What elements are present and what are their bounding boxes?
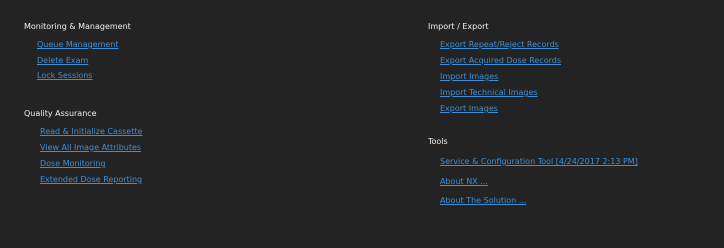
link-lock-sessions[interactable]: Lock Sessions (37, 71, 92, 80)
link-about-the-solution[interactable]: About The Solution ... (440, 196, 526, 205)
link-extended-dose-reporting[interactable]: Extended Dose Reporting (40, 175, 142, 184)
link-about-nx[interactable]: About NX ... (440, 177, 488, 186)
link-delete-exam[interactable]: Delete Exam (37, 56, 88, 65)
link-export-acquired-dose-records[interactable]: Export Acquired Dose Records (440, 56, 561, 65)
link-view-all-image-attributes[interactable]: View All Image Attributes (40, 143, 141, 152)
link-dose-monitoring[interactable]: Dose Monitoring (40, 159, 105, 168)
section-title-quality-assurance: Quality Assurance (24, 109, 97, 118)
link-read-initialize-cassette[interactable]: Read & Initialize Cassette (40, 127, 142, 136)
section-title-monitoring: Monitoring & Management (24, 22, 131, 31)
link-import-images[interactable]: Import Images (440, 72, 498, 81)
link-queue-management[interactable]: Queue Management (37, 40, 119, 49)
link-import-technical-images[interactable]: Import Technical Images (440, 88, 538, 97)
link-service-configuration-tool[interactable]: Service & Configuration Tool [4/24/2017 … (440, 157, 638, 166)
section-title-tools: Tools (428, 137, 448, 146)
link-export-images[interactable]: Export Images (440, 104, 498, 113)
link-export-repeat-reject-records[interactable]: Export Repeat/Reject Records (440, 40, 559, 49)
section-title-import-export: Import / Export (428, 22, 489, 31)
